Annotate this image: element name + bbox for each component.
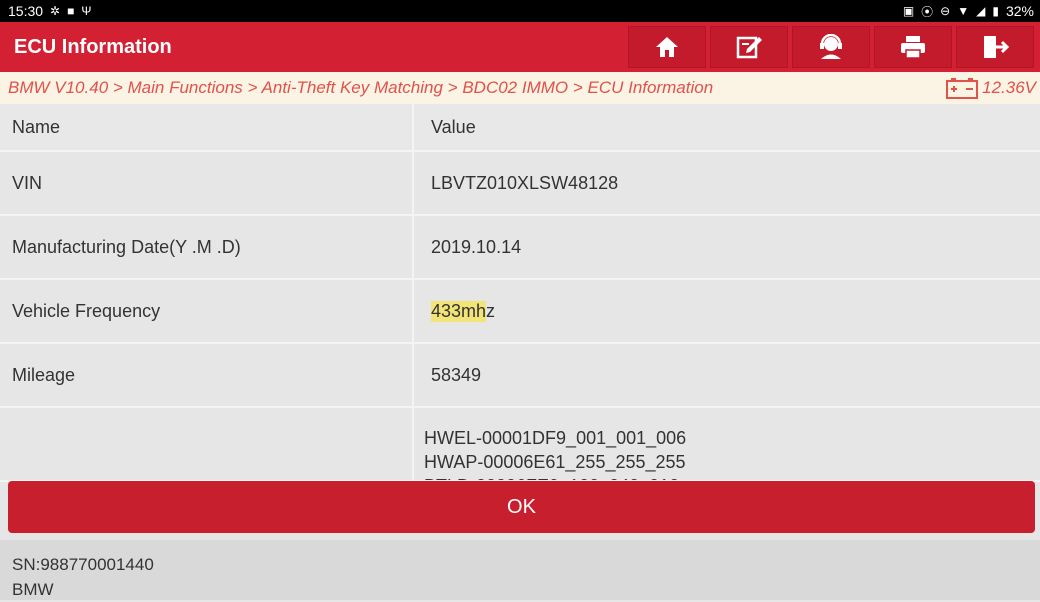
table-row[interactable]: VIN LBVTZ010XLSW48128 (0, 152, 1040, 216)
row-value: 2019.10.14 (431, 236, 522, 257)
exit-button[interactable] (956, 26, 1034, 68)
table-row[interactable]: Manufacturing Date(Y .M .D) 2019.10.14 (0, 216, 1040, 280)
print-icon (901, 36, 925, 59)
header-value: Value (431, 116, 476, 137)
car-battery-icon (946, 78, 979, 99)
header-name: Name (0, 104, 414, 150)
serial-number: SN:988770001440 (12, 555, 154, 574)
dnd-icon: ⊖ (940, 4, 951, 18)
voltage-value: 12.36V (982, 78, 1036, 97)
table-header-row: Name Value (0, 104, 1040, 152)
status-time: 15:30 (8, 3, 44, 19)
row-value: 58349 (431, 364, 482, 385)
row-name: Manufacturing Date(Y .M .D) (0, 216, 414, 278)
toolbar (628, 22, 1040, 72)
row-name (0, 408, 414, 480)
edit-icon (736, 36, 762, 59)
status-left: 15:30 ✲ ■ Ψ (8, 3, 91, 19)
row-value-lines: HWEL-00001DF9_001_001_006 HWAP-00006E61_… (414, 408, 1040, 480)
support-icon (820, 34, 842, 59)
table-row[interactable]: Mileage 58349 (0, 344, 1040, 408)
status-bar: 15:30 ✲ ■ Ψ ▣ ⦿ ⊖ ▼ ◢ ▮ 32% (0, 0, 1040, 22)
wifi-icon: ▼ (957, 4, 970, 18)
row-value: 433mh z (414, 280, 1040, 342)
support-button[interactable] (792, 26, 870, 68)
row-value: LBVTZ010XLSW48128 (431, 172, 619, 193)
table-row[interactable]: Vehicle Frequency 433mh z (0, 280, 1040, 344)
edit-button[interactable] (710, 26, 788, 68)
ok-button[interactable]: OK (8, 481, 1035, 533)
highlighted-text: 433mh (431, 300, 487, 322)
breadcrumb: BMW V10.40 > Main Functions > Anti-Theft… (8, 78, 714, 97)
title-bar: ECU Information (0, 22, 1040, 72)
table-row[interactable]: HWEL-00001DF9_001_001_006 HWAP-00006E61_… (0, 408, 1040, 482)
home-button[interactable] (628, 26, 706, 68)
settings-notification-icon: ✲ (50, 4, 61, 18)
battery-icon: ▮ (992, 4, 999, 18)
home-icon (656, 37, 678, 57)
row-value-rest: z (486, 300, 496, 321)
status-right: ▣ ⦿ ⊖ ▼ ◢ ▮ 32% (903, 3, 1034, 20)
voltage-indicator: 12.36V (946, 77, 1036, 99)
value-line: HWAP-00006E61_255_255_255 (424, 452, 686, 472)
row-name: VIN (0, 152, 414, 214)
location-icon: ⦿ (921, 4, 934, 19)
video-notification-icon: ■ (67, 4, 75, 18)
battery-percent: 32% (1005, 3, 1034, 19)
footer: SN:988770001440 BMW (0, 540, 1040, 600)
vehicle-make: BMW (12, 580, 54, 599)
exit-icon (984, 36, 1009, 58)
value-line: HWEL-00001DF9_001_001_006 (424, 428, 687, 448)
breadcrumb-bar: BMW V10.40 > Main Functions > Anti-Theft… (0, 72, 1040, 104)
ecu-info-table: Name Value VIN LBVTZ010XLSW48128 Manufac… (0, 104, 1040, 482)
row-name: Vehicle Frequency (0, 280, 414, 342)
usb-notification-icon: Ψ (81, 4, 92, 18)
page-title: ECU Information (14, 35, 172, 58)
signal-icon: ◢ (976, 4, 986, 18)
print-button[interactable] (874, 26, 952, 68)
cast-icon: ▣ (902, 4, 915, 18)
row-name: Mileage (0, 344, 414, 406)
